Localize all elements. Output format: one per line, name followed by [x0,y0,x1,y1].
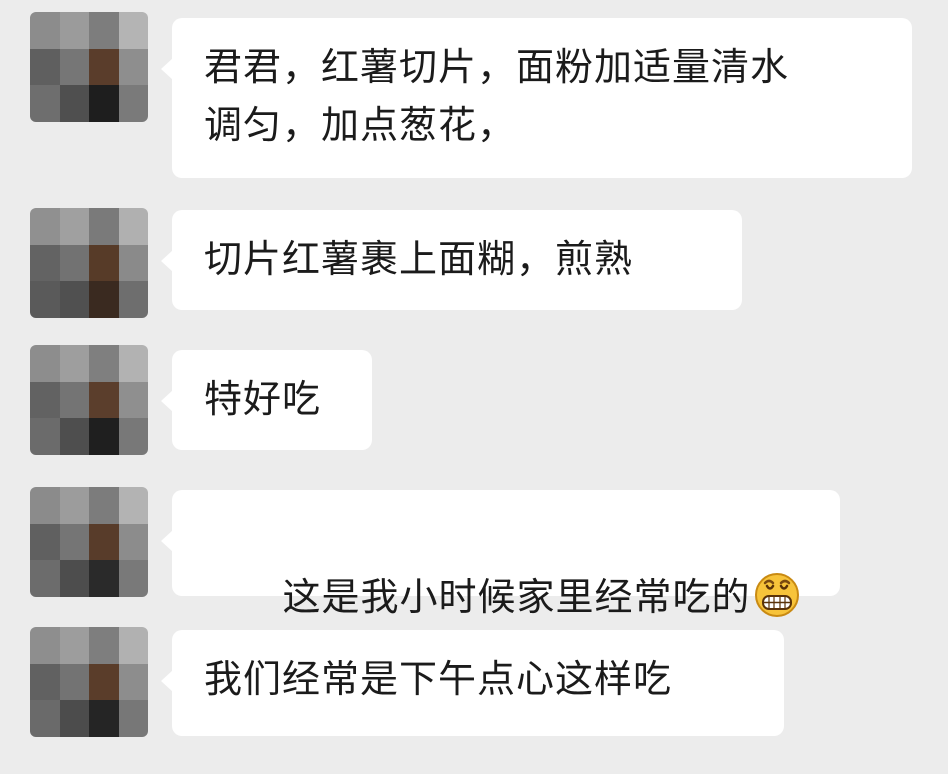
avatar[interactable] [30,487,148,597]
avatar[interactable] [30,345,148,455]
avatar[interactable] [30,208,148,318]
message-bubble[interactable]: 切片红薯裹上面糊，煎熟 [161,210,742,310]
message-bubble[interactable]: 我们经常是下午点心这样吃 [161,630,784,736]
message-bubble[interactable]: 这是我小时候家里经常吃的 [161,490,840,619]
message-text: 这是我小时候家里经常吃的 [282,575,751,619]
avatar[interactable] [30,12,148,122]
avatar[interactable] [30,627,148,737]
grinning-face-icon [754,573,799,617]
message-bubble[interactable]: 君君，红薯切片，面粉加适量清水 调匀，加点葱花， [161,18,912,178]
message-bubble[interactable]: 特好吃 [161,350,372,450]
chat-window: 君君，红薯切片，面粉加适量清水 调匀，加点葱花， 切片红薯裹上面糊，煎熟 特好吃… [0,0,948,774]
